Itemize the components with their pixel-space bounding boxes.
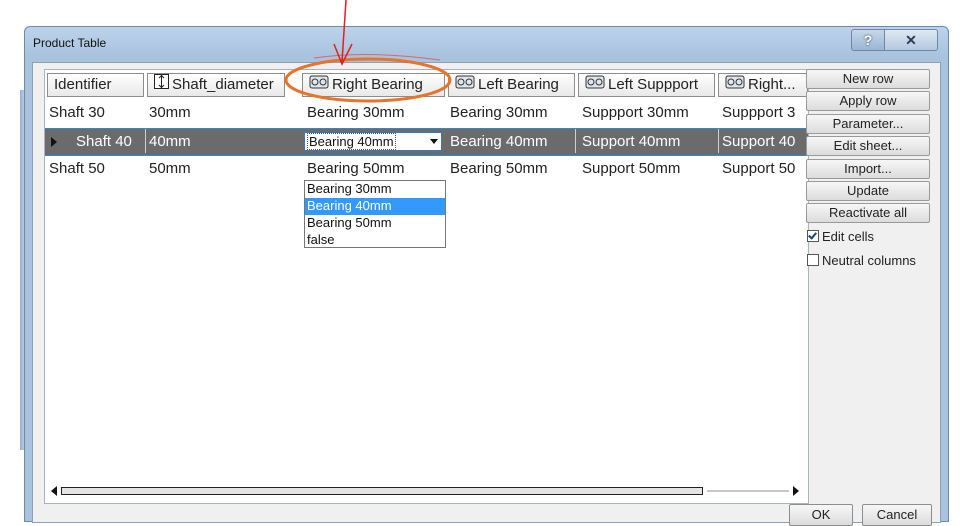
- cell-identifier[interactable]: Shaft 30: [49, 104, 105, 121]
- cell-right-support[interactable]: Support 50: [722, 160, 806, 177]
- row-selector-icon: [51, 137, 57, 147]
- product-table-grid[interactable]: Identifier Shaft_diameter Right Bearing …: [44, 69, 809, 504]
- cell-left-bearing[interactable]: Bearing 40mm: [450, 133, 548, 150]
- cell-diameter[interactable]: 30mm: [149, 104, 191, 121]
- column-header-right-bearing[interactable]: Right Bearing: [302, 73, 445, 97]
- scrollbar-thumb[interactable]: [61, 487, 703, 495]
- part-icon: [585, 74, 605, 96]
- column-divider: [145, 129, 146, 153]
- checkbox-label: Edit cells: [822, 229, 875, 244]
- part-icon: [309, 74, 329, 96]
- cell-right-support[interactable]: Suppport 3: [722, 104, 806, 121]
- dropdown-option[interactable]: Bearing 50mm: [305, 215, 445, 232]
- new-row-button[interactable]: New row: [806, 69, 930, 89]
- help-button[interactable]: ?: [851, 29, 885, 51]
- chevron-down-icon[interactable]: [430, 139, 438, 144]
- column-header-shaft-diameter[interactable]: Shaft_diameter: [147, 73, 285, 97]
- edit-cells-checkbox[interactable]: Edit cells: [807, 229, 874, 244]
- product-table-dialog: Product Table ? ✕ Identifier Shaft_diame…: [24, 26, 949, 526]
- reactivate-all-button[interactable]: Reactivate all: [806, 203, 930, 223]
- dropdown-option[interactable]: Bearing 30mm: [305, 181, 445, 198]
- column-header-label: Right Bearing: [332, 76, 423, 93]
- apply-row-button[interactable]: Apply row: [806, 91, 930, 111]
- column-header-identifier[interactable]: Identifier: [47, 73, 144, 97]
- column-divider: [575, 129, 576, 153]
- cell-left-support[interactable]: Support 50mm: [582, 160, 680, 177]
- close-button[interactable]: ✕: [884, 29, 938, 51]
- column-header-right-support[interactable]: Right...: [718, 73, 808, 97]
- column-header-left-support[interactable]: Left Suppport: [578, 73, 715, 97]
- cell-left-support[interactable]: Suppport 30mm: [582, 104, 689, 121]
- edit-sheet-button[interactable]: Edit sheet...: [806, 136, 930, 156]
- part-icon: [725, 74, 745, 96]
- cell-identifier[interactable]: Shaft 50: [49, 160, 105, 177]
- update-button[interactable]: Update: [806, 181, 930, 201]
- checkbox-label: Neutral columns: [822, 253, 916, 268]
- column-header-label: Identifier: [54, 76, 112, 93]
- cell-left-bearing[interactable]: Bearing 50mm: [450, 160, 548, 177]
- table-row-selected[interactable]: Shaft 40 40mm Bearing 40mm Support 40mm …: [45, 128, 808, 156]
- column-header-label: Right...: [748, 76, 796, 93]
- dimension-icon: [154, 74, 169, 96]
- cell-right-bearing[interactable]: Bearing 30mm: [307, 104, 405, 121]
- right-bearing-combobox[interactable]: Bearing 40mm: [304, 132, 442, 151]
- column-divider: [718, 129, 719, 153]
- cancel-button[interactable]: Cancel: [862, 504, 932, 526]
- part-icon: [455, 74, 475, 96]
- ok-button[interactable]: OK: [789, 504, 853, 526]
- table-row[interactable]: Shaft 50 50mm Bearing 50mm Bearing 50mm …: [45, 156, 808, 182]
- cell-left-support[interactable]: Support 40mm: [582, 133, 680, 150]
- scroll-left-icon[interactable]: [51, 486, 57, 496]
- cell-left-bearing[interactable]: Bearing 30mm: [450, 104, 548, 121]
- cell-identifier[interactable]: Shaft 40: [76, 133, 132, 150]
- checkbox-unchecked-icon[interactable]: [807, 254, 819, 266]
- cell-diameter[interactable]: 50mm: [149, 160, 191, 177]
- cell-diameter[interactable]: 40mm: [149, 133, 191, 150]
- import-button[interactable]: Import...: [806, 159, 930, 179]
- column-header-left-bearing[interactable]: Left Bearing: [448, 73, 575, 97]
- column-header-label: Left Suppport: [608, 76, 699, 93]
- dialog-client-area: Identifier Shaft_diameter Right Bearing …: [32, 62, 941, 526]
- cell-right-support[interactable]: Support 40: [722, 133, 806, 150]
- dropdown-option-highlighted[interactable]: Bearing 40mm: [305, 198, 445, 215]
- scroll-right-icon[interactable]: [793, 486, 799, 496]
- horizontal-scrollbar[interactable]: [51, 485, 799, 497]
- right-bearing-dropdown-list[interactable]: Bearing 30mm Bearing 40mm Bearing 50mm f…: [304, 180, 446, 248]
- parameter-button[interactable]: Parameter...: [806, 114, 930, 134]
- scrollbar-track[interactable]: [707, 490, 789, 492]
- dialog-title: Product Table: [33, 36, 107, 50]
- checkbox-checked-icon[interactable]: [807, 230, 819, 242]
- table-row[interactable]: Shaft 30 30mm Bearing 30mm Bearing 30mm …: [45, 100, 808, 126]
- combobox-value: Bearing 40mm: [307, 133, 396, 150]
- column-header-label: Left Bearing: [478, 76, 559, 93]
- cell-right-bearing[interactable]: Bearing 50mm: [307, 160, 405, 177]
- title-bar: Product Table ? ✕: [25, 27, 948, 61]
- column-header-label: Shaft_diameter: [172, 76, 274, 93]
- dropdown-option[interactable]: false: [305, 232, 445, 249]
- neutral-columns-checkbox[interactable]: Neutral columns: [807, 253, 916, 268]
